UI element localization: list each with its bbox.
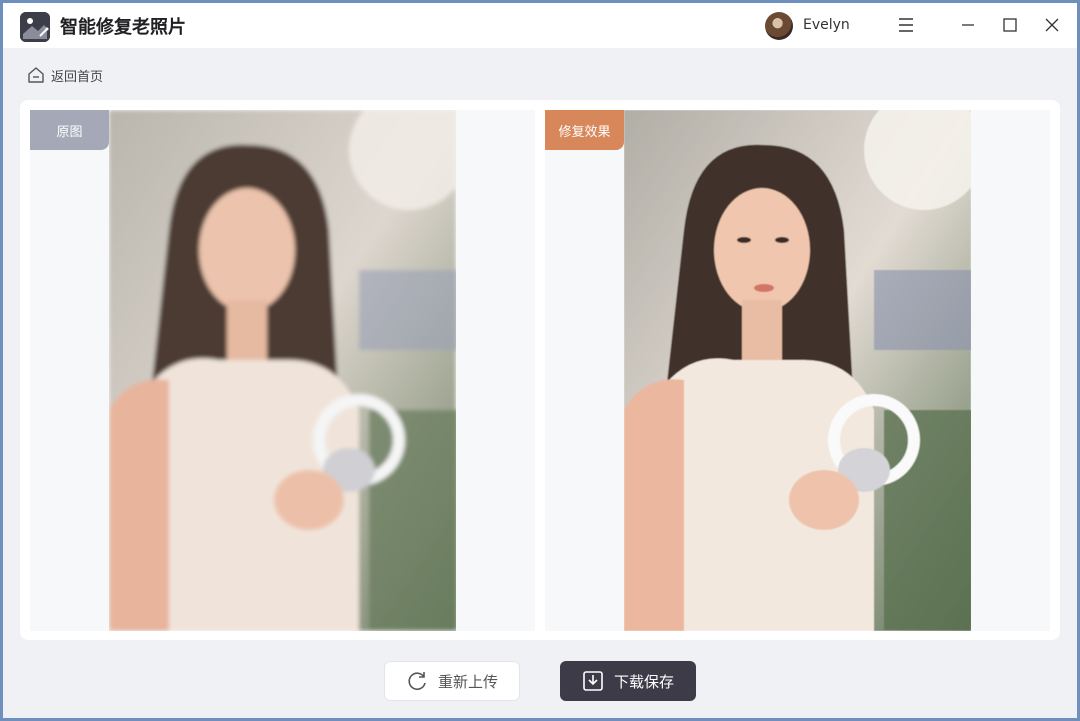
minimize-icon[interactable] (956, 13, 980, 37)
user-avatar[interactable] (765, 12, 793, 40)
back-home-label: 返回首页 (51, 69, 104, 85)
back-home-link[interactable]: 返回首页 (27, 64, 103, 86)
download-save-label: 下载保存 (613, 672, 674, 691)
user-name[interactable]: Evelyn (803, 17, 850, 33)
original-badge: 原图 (30, 110, 109, 150)
title-bar: 智能修复老照片 Evelyn (3, 3, 1077, 48)
original-photo (109, 110, 456, 631)
result-panel: 修复效果 (545, 110, 1050, 631)
comparison-card: 原图 修复效果 (20, 100, 1060, 640)
download-save-button[interactable]: 下载保存 (560, 661, 696, 701)
result-badge: 修复效果 (545, 110, 624, 150)
app-logo-icon (20, 12, 50, 42)
download-icon (583, 671, 603, 691)
app-title: 智能修复老照片 (60, 17, 186, 38)
original-panel: 原图 (30, 110, 535, 631)
menu-icon[interactable] (894, 13, 918, 37)
maximize-icon[interactable] (998, 13, 1022, 37)
reupload-label: 重新上传 (437, 672, 498, 691)
close-icon[interactable] (1040, 13, 1064, 37)
refresh-icon (408, 672, 426, 690)
reupload-button[interactable]: 重新上传 (384, 661, 520, 701)
result-photo (624, 110, 971, 631)
app-window: 智能修复老照片 Evelyn 返回首页 原图 修复效果 重新上传 下载保存 (3, 3, 1077, 718)
home-icon (28, 67, 44, 83)
